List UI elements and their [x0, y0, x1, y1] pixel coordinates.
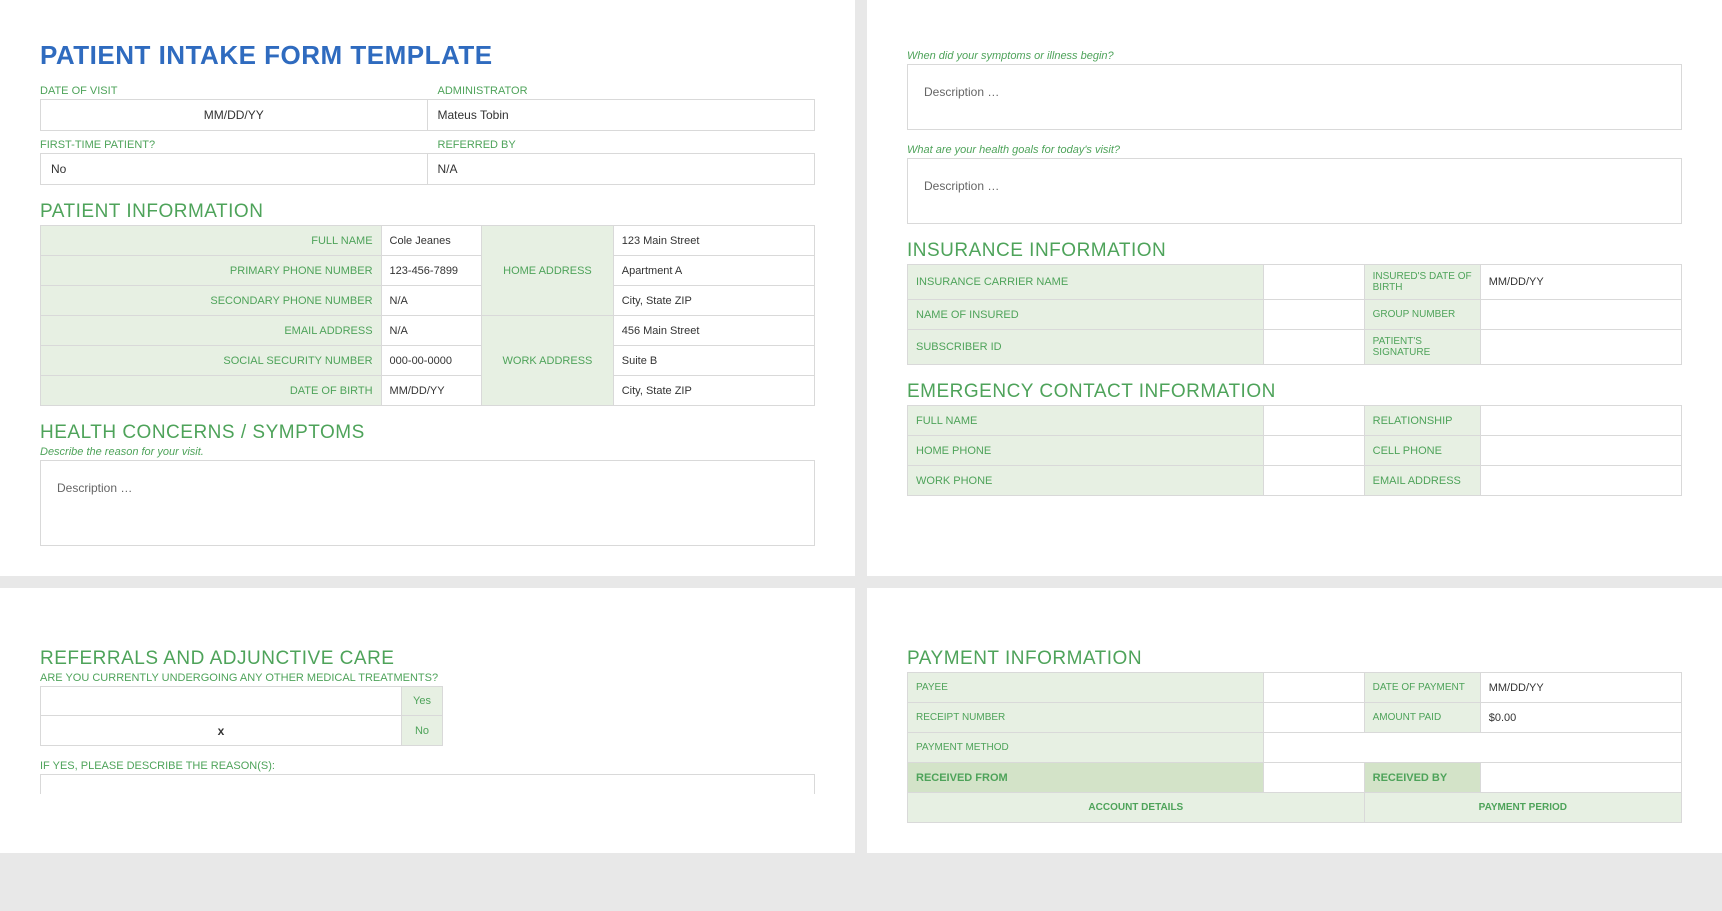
- referred-by-label: REFERRED BY: [428, 139, 816, 151]
- value-subscriber-id[interactable]: [1264, 330, 1365, 365]
- referrals-q2: IF YES, PLEASE DESCRIBE THE REASON(S):: [40, 760, 815, 772]
- referred-by-value[interactable]: N/A: [428, 153, 816, 185]
- label-no: No: [402, 716, 442, 745]
- treatments-no-cell[interactable]: x: [41, 716, 402, 745]
- value-em-email[interactable]: [1480, 466, 1681, 496]
- referrals-heading: REFERRALS AND ADJUNCTIVE CARE: [40, 648, 815, 670]
- label-yes: Yes: [402, 687, 442, 715]
- label-insured-dob: INSURED'S DATE OF BIRTH: [1364, 265, 1480, 300]
- page-4: PAYMENT INFORMATION PAYEE DATE OF PAYMEN…: [867, 588, 1722, 853]
- health-goals-label: What are your health goals for today's v…: [907, 144, 1682, 156]
- date-of-visit-value[interactable]: MM/DD/YY: [40, 99, 428, 131]
- patient-info-table: FULL NAME Cole Jeanes HOME ADDRESS 123 M…: [40, 225, 815, 406]
- describe-reason-label: Describe the reason for your visit.: [40, 446, 815, 458]
- value-dob[interactable]: MM/DD/YY: [381, 376, 482, 406]
- label-ssn: SOCIAL SECURITY NUMBER: [41, 346, 382, 376]
- label-carrier: INSURANCE CARRIER NAME: [908, 265, 1264, 300]
- label-home-address: HOME ADDRESS: [482, 226, 614, 316]
- value-em-cellphone[interactable]: [1480, 436, 1681, 466]
- administrator-label: ADMINISTRATOR: [428, 85, 816, 97]
- label-em-fullname: FULL NAME: [908, 406, 1264, 436]
- label-work-address: WORK ADDRESS: [482, 316, 614, 406]
- value-em-workphone[interactable]: [1264, 466, 1365, 496]
- payment-table: PAYEE DATE OF PAYMENT MM/DD/YY RECEIPT N…: [907, 672, 1682, 823]
- emergency-table: FULL NAME RELATIONSHIP HOME PHONE CELL P…: [907, 405, 1682, 496]
- label-subscriber-id: SUBSCRIBER ID: [908, 330, 1264, 365]
- value-carrier[interactable]: [1264, 265, 1365, 300]
- value-home1[interactable]: 123 Main Street: [613, 226, 814, 256]
- label-em-relationship: RELATIONSHIP: [1364, 406, 1480, 436]
- insurance-table: INSURANCE CARRIER NAME INSURED'S DATE OF…: [907, 264, 1682, 365]
- emergency-heading: EMERGENCY CONTACT INFORMATION: [907, 381, 1682, 403]
- label-primary-phone: PRIMARY PHONE NUMBER: [41, 256, 382, 286]
- referrals-describe-textarea[interactable]: [40, 774, 815, 794]
- value-home3[interactable]: City, State ZIP: [613, 286, 814, 316]
- value-receipt-number[interactable]: [1264, 703, 1365, 733]
- value-date-of-payment[interactable]: MM/DD/YY: [1480, 673, 1681, 703]
- label-secondary-phone: SECONDARY PHONE NUMBER: [41, 286, 382, 316]
- label-payee: PAYEE: [908, 673, 1264, 703]
- patient-info-heading: PATIENT INFORMATION: [40, 201, 815, 223]
- health-heading: HEALTH CONCERNS / SYMPTOMS: [40, 422, 815, 444]
- value-full-name[interactable]: Cole Jeanes: [381, 226, 482, 256]
- value-ssn[interactable]: 000-00-0000: [381, 346, 482, 376]
- value-work1[interactable]: 456 Main Street: [613, 316, 814, 346]
- document-title: PATIENT INTAKE FORM TEMPLATE: [40, 40, 815, 71]
- value-primary-phone[interactable]: 123-456-7899: [381, 256, 482, 286]
- label-account-details: ACCOUNT DETAILS: [908, 793, 1365, 823]
- label-em-workphone: WORK PHONE: [908, 466, 1264, 496]
- label-em-homephone: HOME PHONE: [908, 436, 1264, 466]
- label-email: EMAIL ADDRESS: [41, 316, 382, 346]
- value-em-relationship[interactable]: [1480, 406, 1681, 436]
- referrals-q1: ARE YOU CURRENTLY UNDERGOING ANY OTHER M…: [40, 672, 815, 684]
- value-insured-dob[interactable]: MM/DD/YY: [1480, 265, 1681, 300]
- first-time-value[interactable]: No: [40, 153, 428, 185]
- label-name-insured: NAME OF INSURED: [908, 300, 1264, 330]
- value-signature[interactable]: [1480, 330, 1681, 365]
- label-payment-period: PAYMENT PERIOD: [1364, 793, 1681, 823]
- page-3: REFERRALS AND ADJUNCTIVE CARE ARE YOU CU…: [0, 588, 855, 853]
- date-of-visit-label: DATE OF VISIT: [40, 85, 428, 97]
- label-full-name: FULL NAME: [41, 226, 382, 256]
- value-group-number[interactable]: [1480, 300, 1681, 330]
- label-dob: DATE OF BIRTH: [41, 376, 382, 406]
- symptoms-begin-textarea[interactable]: Description …: [907, 64, 1682, 130]
- first-time-label: FIRST-TIME PATIENT?: [40, 139, 428, 151]
- health-goals-textarea[interactable]: Description …: [907, 158, 1682, 224]
- insurance-heading: INSURANCE INFORMATION: [907, 240, 1682, 262]
- label-date-of-payment: DATE OF PAYMENT: [1364, 673, 1480, 703]
- page-1: PATIENT INTAKE FORM TEMPLATE DATE OF VIS…: [0, 0, 855, 576]
- label-signature: PATIENT'S SIGNATURE: [1364, 330, 1480, 365]
- value-name-insured[interactable]: [1264, 300, 1365, 330]
- label-received-by: RECEIVED BY: [1364, 763, 1480, 793]
- page-2: When did your symptoms or illness begin?…: [867, 0, 1722, 576]
- administrator-value[interactable]: Mateus Tobin: [428, 99, 816, 131]
- treatments-yes-cell[interactable]: [41, 687, 402, 715]
- label-payment-method: PAYMENT METHOD: [908, 733, 1264, 763]
- value-received-by[interactable]: [1480, 763, 1681, 793]
- value-work3[interactable]: City, State ZIP: [613, 376, 814, 406]
- value-payment-method[interactable]: [1264, 733, 1682, 763]
- value-em-fullname[interactable]: [1264, 406, 1365, 436]
- label-received-from: RECEIVED FROM: [908, 763, 1264, 793]
- label-em-cellphone: CELL PHONE: [1364, 436, 1480, 466]
- describe-reason-textarea[interactable]: Description …: [40, 460, 815, 546]
- value-email[interactable]: N/A: [381, 316, 482, 346]
- symptoms-begin-label: When did your symptoms or illness begin?: [907, 50, 1682, 62]
- value-payee[interactable]: [1264, 673, 1365, 703]
- value-em-homephone[interactable]: [1264, 436, 1365, 466]
- label-amount-paid: AMOUNT PAID: [1364, 703, 1480, 733]
- payment-heading: PAYMENT INFORMATION: [907, 648, 1682, 670]
- value-amount-paid[interactable]: $0.00: [1480, 703, 1681, 733]
- value-secondary-phone[interactable]: N/A: [381, 286, 482, 316]
- value-home2[interactable]: Apartment A: [613, 256, 814, 286]
- label-group-number: GROUP NUMBER: [1364, 300, 1480, 330]
- label-receipt-number: RECEIPT NUMBER: [908, 703, 1264, 733]
- value-work2[interactable]: Suite B: [613, 346, 814, 376]
- value-received-from[interactable]: [1264, 763, 1365, 793]
- label-em-email: EMAIL ADDRESS: [1364, 466, 1480, 496]
